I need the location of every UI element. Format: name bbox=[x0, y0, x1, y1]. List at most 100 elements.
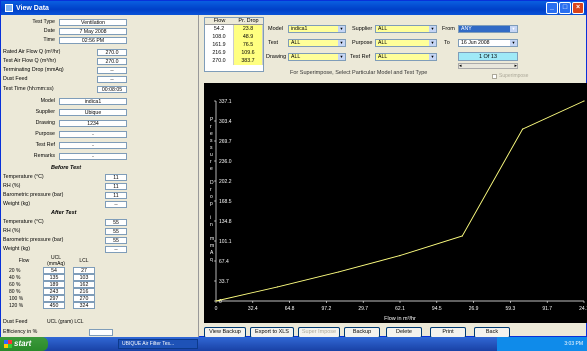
chart-svg: 0 33.7 67.4 101.1 134.8 168.5 202.2 236.0 269.7 3… bbox=[210, 99, 587, 322]
flow-cell: 54.2 bbox=[205, 25, 234, 33]
pressure-drop-header: Pr. Drop bbox=[238, 18, 259, 24]
ucl-header-lcl: LCL bbox=[79, 258, 89, 264]
drop-cell: 23.8 bbox=[234, 25, 263, 33]
ucl-value: 54 bbox=[43, 267, 65, 274]
flow-cell: 108.0 bbox=[205, 33, 234, 41]
after-temperature-value: 55 bbox=[105, 218, 127, 226]
model-select[interactable]: indica1 ▼ bbox=[288, 25, 346, 33]
y-tick-label: 168.5 bbox=[219, 199, 232, 205]
data-point bbox=[276, 286, 279, 288]
before-rh-label: RH (%) bbox=[3, 183, 21, 189]
test-time-value: 00:08:05 bbox=[97, 85, 127, 93]
date-label: Date bbox=[43, 28, 55, 34]
data-point bbox=[338, 271, 340, 273]
before-baro-value: 11 bbox=[105, 191, 127, 199]
dust-feed2-label: Dust Feed bbox=[3, 319, 28, 325]
to-date-select[interactable]: 16 Jun 2008 ▼ bbox=[458, 39, 518, 47]
table-row[interactable]: 216.9 109.6 bbox=[205, 49, 263, 57]
date-value: 7 May 2008 bbox=[59, 27, 127, 35]
page-scrollbar[interactable]: ◂ ▸ bbox=[458, 63, 518, 69]
page-indicator: 1 Of 13 bbox=[458, 52, 518, 61]
ucl-row: 40 % 135 103 bbox=[7, 274, 97, 281]
data-point bbox=[521, 128, 524, 130]
table-row[interactable]: 270.0 383.7 bbox=[205, 57, 263, 65]
table-row[interactable]: 54.2 23.8 bbox=[205, 25, 263, 33]
terminating-drop-label: Terminating Drop (mmAq) bbox=[3, 67, 64, 73]
x-tick-label: 64.8 bbox=[285, 306, 295, 312]
x-tick-label: 24.1 bbox=[579, 306, 587, 312]
system-tray: 3:03 PM bbox=[497, 337, 587, 351]
chevron-down-icon: ▼ bbox=[338, 54, 345, 60]
chevron-down-icon: ▼ bbox=[510, 40, 517, 46]
table-row[interactable]: 161.9 76.5 bbox=[205, 41, 263, 49]
ucl-value: 243 bbox=[43, 288, 65, 295]
drop-cell: 48.9 bbox=[234, 33, 263, 41]
from-date-select[interactable]: ANY ▼ bbox=[458, 25, 518, 33]
y-tick-label: 67.4 bbox=[219, 259, 229, 265]
ucl-row: 120 % 450 324 bbox=[7, 302, 97, 309]
x-tick-label: 29.7 bbox=[358, 306, 368, 312]
scroll-right-icon[interactable]: ▸ bbox=[514, 63, 517, 69]
y-tick-label: 202.2 bbox=[219, 179, 232, 185]
taskbar-app-button[interactable]: UBIQUE Air Filter Tes... bbox=[118, 339, 198, 349]
maximize-button[interactable]: □ bbox=[559, 2, 571, 14]
ucl-value: 450 bbox=[43, 302, 65, 309]
dust-feed-label: Dust Feed bbox=[3, 76, 28, 82]
after-weight-label: Weight (kg) bbox=[3, 246, 30, 252]
efficiency-label: Efficiency in % bbox=[3, 329, 38, 335]
drop-cell: 76.5 bbox=[234, 41, 263, 49]
checkbox-box-icon bbox=[492, 73, 497, 79]
data-point bbox=[583, 100, 585, 102]
drop-cell: 109.6 bbox=[234, 49, 263, 57]
purpose-select[interactable]: ALL ▼ bbox=[375, 39, 437, 47]
before-baro-label: Barometric pressure (bar) bbox=[3, 192, 64, 198]
terminating-drop-value: -- bbox=[97, 66, 127, 74]
x-tick-label: 91.7 bbox=[542, 306, 552, 312]
supplier-select[interactable]: ALL ▼ bbox=[375, 25, 437, 33]
minimize-button[interactable]: _ bbox=[546, 2, 558, 14]
title-bar[interactable]: View Data _ □ × bbox=[1, 1, 586, 15]
lcl-value: 216 bbox=[73, 288, 95, 295]
start-label: start bbox=[14, 339, 32, 348]
x-tick-label: 59.3 bbox=[506, 306, 516, 312]
ucl-value: 135 bbox=[43, 274, 65, 281]
drawing-select[interactable]: ALL ▼ bbox=[288, 53, 346, 61]
filter-drawing-label: Drawing bbox=[266, 54, 287, 60]
supplier-label: Supplier bbox=[35, 109, 55, 115]
filter-test-ref-label: Test Ref bbox=[350, 54, 371, 60]
superimpose-checkbox[interactable]: Superimpose bbox=[492, 73, 528, 79]
lcl-value: 162 bbox=[73, 281, 95, 288]
lcl-value: 270 bbox=[73, 295, 95, 302]
flow-table[interactable]: Flow Pr. Drop 54.2 23.8 108.0 48.9 161.9 76.… bbox=[204, 17, 264, 72]
supplier-select-value: ALL bbox=[378, 26, 388, 32]
before-weight-label: Weight (kg) bbox=[3, 201, 30, 207]
test-select[interactable]: ALL ▼ bbox=[288, 39, 346, 47]
test-select-value: ALL bbox=[291, 40, 301, 46]
drawing-value: 1234 bbox=[59, 119, 127, 127]
remarks-value: - bbox=[59, 152, 127, 160]
after-rh-label: RH (%) bbox=[3, 228, 21, 234]
data-series-line bbox=[215, 100, 585, 302]
scroll-left-icon[interactable]: ◂ bbox=[459, 63, 462, 69]
x-tick-label: 62.1 bbox=[395, 306, 405, 312]
model-label: Model bbox=[40, 98, 55, 104]
x-tick-label: 0 bbox=[215, 306, 218, 312]
ucl-header-ucl: UCL (mmAq) bbox=[47, 255, 65, 267]
taskbar: start UBIQUE Air Filter Tes... 3:03 PM bbox=[0, 337, 587, 351]
before-rh-value: 11 bbox=[105, 182, 127, 190]
drop-cell: 383.7 bbox=[234, 57, 263, 65]
table-row[interactable]: 108.0 48.9 bbox=[205, 33, 263, 41]
chevron-down-icon: ▼ bbox=[338, 26, 345, 32]
y-tick-label: 33.7 bbox=[219, 279, 229, 285]
y-tick-label: 269.7 bbox=[219, 139, 232, 145]
test-ref-label: Test Ref bbox=[35, 142, 55, 148]
results-panel: Flow Pr. Drop 54.2 23.8 108.0 48.9 161.9 76.… bbox=[200, 15, 587, 338]
data-point bbox=[399, 255, 401, 257]
before-test-heading: Before Test bbox=[51, 165, 82, 171]
test-time-label: Test Time (hh:mm:ss) bbox=[3, 86, 54, 92]
close-button[interactable]: × bbox=[572, 2, 584, 14]
before-temperature-label: Temperature (°C) bbox=[3, 174, 44, 180]
efficiency-value bbox=[89, 328, 113, 336]
test-ref-select[interactable]: ALL ▼ bbox=[375, 53, 437, 61]
x-axis-label: Flow in m³/hr bbox=[384, 316, 416, 322]
